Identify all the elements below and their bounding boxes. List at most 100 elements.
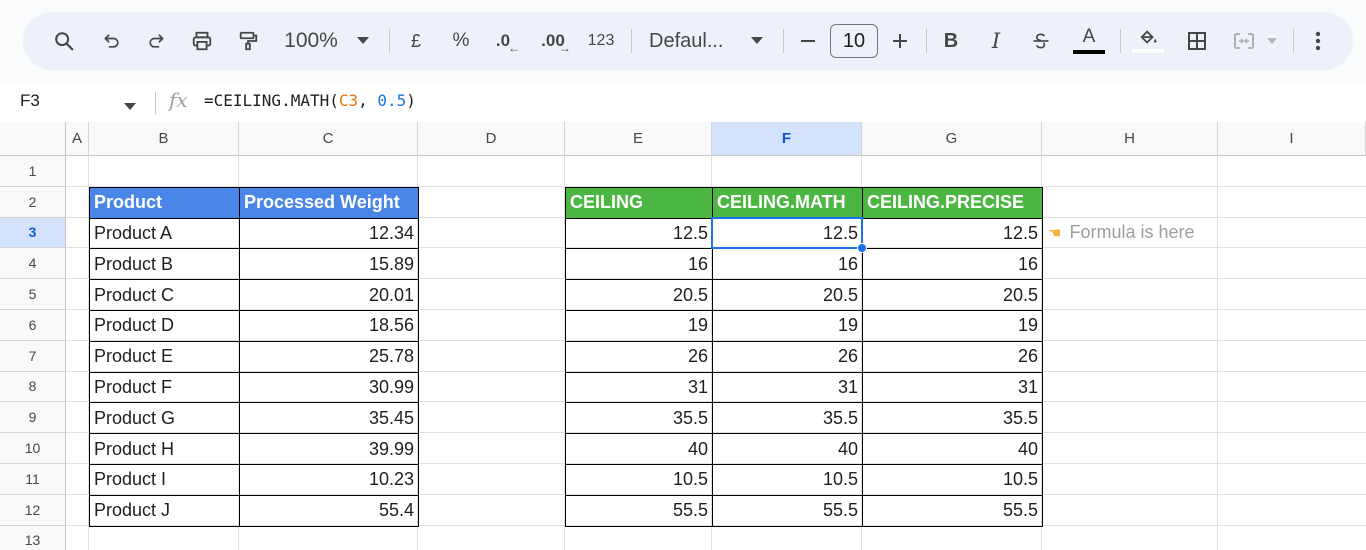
ceiling-math-cell[interactable]: 19 <box>712 310 863 342</box>
formula-input[interactable]: =CEILING.MATH(C3, 0.5) <box>204 91 416 110</box>
ceiling-cell[interactable]: 19 <box>565 310 713 342</box>
ceiling-precise-cell[interactable]: 55.5 <box>862 494 1043 527</box>
product-name-cell[interactable]: Product H <box>89 433 240 465</box>
processed-weight-cell[interactable]: 30.99 <box>239 371 419 404</box>
print-icon[interactable] <box>188 12 216 70</box>
increase-decimal-button[interactable]: .00 → <box>536 12 576 70</box>
ceiling-cell[interactable]: 40 <box>565 433 713 465</box>
text-color-button[interactable]: A <box>1071 12 1107 70</box>
processed-weight-cell[interactable]: 12.34 <box>239 217 419 250</box>
processed-weight-cell[interactable]: 35.45 <box>239 402 419 435</box>
ceiling-precise-cell[interactable]: 12.5 <box>862 217 1043 250</box>
processed-weight-cell[interactable]: 18.56 <box>239 310 419 342</box>
row-header-11[interactable]: 11 <box>0 464 66 495</box>
ceiling-math-cell[interactable]: 20.5 <box>712 279 863 311</box>
row-header-2[interactable]: 2 <box>0 186 66 218</box>
product-name-cell[interactable]: Product G <box>89 402 240 435</box>
italic-button[interactable]: I <box>983 12 1009 70</box>
product-name-cell[interactable]: Product I <box>89 464 240 496</box>
redo-icon[interactable] <box>143 12 169 70</box>
ceiling-precise-cell[interactable]: 31 <box>862 371 1043 404</box>
chevron-down-icon[interactable] <box>1263 12 1281 70</box>
select-all-corner[interactable] <box>0 122 66 156</box>
ceiling-cell[interactable]: 55.5 <box>565 494 713 527</box>
column-header-d[interactable]: D <box>418 122 565 156</box>
column-header-e[interactable]: E <box>565 122 712 156</box>
decrease-decimal-button[interactable]: .0 ← <box>491 12 525 70</box>
column-header-c[interactable]: C <box>239 122 418 156</box>
active-cell-selection[interactable] <box>711 216 863 250</box>
font-size-input[interactable]: 10 <box>830 24 878 58</box>
column-header-g[interactable]: G <box>862 122 1042 156</box>
ceiling-precise-cell[interactable]: 16 <box>862 248 1043 281</box>
ceiling-math-cell[interactable]: 35.5 <box>712 402 863 435</box>
bold-button[interactable]: B <box>938 12 964 70</box>
chevron-down-icon[interactable] <box>747 12 767 70</box>
paint-format-icon[interactable] <box>234 12 262 70</box>
chevron-down-icon[interactable] <box>124 98 136 116</box>
row-header-12[interactable]: 12 <box>0 494 66 526</box>
table1-header-cell[interactable]: Product <box>89 186 240 219</box>
column-header-i[interactable]: I <box>1218 122 1366 156</box>
ceiling-cell[interactable]: 12.5 <box>565 217 713 250</box>
ceiling-precise-cell[interactable]: 35.5 <box>862 402 1043 435</box>
ceiling-cell[interactable]: 10.5 <box>565 464 713 496</box>
product-name-cell[interactable]: Product E <box>89 340 240 373</box>
ceiling-cell[interactable]: 26 <box>565 340 713 373</box>
table2-header-cell[interactable]: CEILING <box>565 186 713 219</box>
table1-header-cell[interactable]: Processed Weight <box>239 186 419 219</box>
row-header-1[interactable]: 1 <box>0 156 66 187</box>
processed-weight-cell[interactable]: 25.78 <box>239 340 419 373</box>
chevron-down-icon[interactable] <box>353 12 373 70</box>
plus-icon[interactable] <box>887 12 913 70</box>
row-header-8[interactable]: 8 <box>0 371 66 403</box>
ceiling-math-cell[interactable]: 31 <box>712 371 863 404</box>
ceiling-math-cell[interactable]: 10.5 <box>712 464 863 496</box>
ceiling-math-cell[interactable]: 16 <box>712 248 863 281</box>
more-vert-icon[interactable] <box>1307 12 1329 70</box>
row-header-4[interactable]: 4 <box>0 248 66 280</box>
ceiling-math-cell[interactable]: 55.5 <box>712 494 863 527</box>
product-name-cell[interactable]: Product D <box>89 310 240 342</box>
table2-header-cell[interactable]: CEILING.MATH <box>712 186 863 219</box>
row-header-5[interactable]: 5 <box>0 279 66 310</box>
merge-cells-icon[interactable] <box>1229 12 1259 70</box>
borders-icon[interactable] <box>1183 12 1211 70</box>
column-header-h[interactable]: H <box>1042 122 1218 156</box>
ceiling-math-cell[interactable]: 26 <box>712 340 863 373</box>
ceiling-precise-cell[interactable]: 20.5 <box>862 279 1043 311</box>
ceiling-cell[interactable]: 31 <box>565 371 713 404</box>
processed-weight-cell[interactable]: 20.01 <box>239 279 419 311</box>
product-name-cell[interactable]: Product J <box>89 494 240 527</box>
zoom-select[interactable]: 100% <box>281 12 341 70</box>
search-icon[interactable] <box>49 12 79 70</box>
column-header-a[interactable]: A <box>66 122 89 156</box>
ceiling-precise-cell[interactable]: 19 <box>862 310 1043 342</box>
minus-icon[interactable] <box>795 12 821 70</box>
row-header-6[interactable]: 6 <box>0 310 66 341</box>
currency-format-button[interactable]: £ <box>405 12 427 70</box>
processed-weight-cell[interactable]: 10.23 <box>239 464 419 496</box>
ceiling-precise-cell[interactable]: 26 <box>862 340 1043 373</box>
row-header-7[interactable]: 7 <box>0 340 66 372</box>
name-box[interactable]: F3 <box>20 91 40 111</box>
product-name-cell[interactable]: Product B <box>89 248 240 281</box>
row-header-10[interactable]: 10 <box>0 433 66 464</box>
ceiling-cell[interactable]: 16 <box>565 248 713 281</box>
column-header-b[interactable]: B <box>89 122 239 156</box>
ceiling-cell[interactable]: 20.5 <box>565 279 713 311</box>
processed-weight-cell[interactable]: 55.4 <box>239 494 419 527</box>
font-family-select[interactable]: Defaul... <box>649 12 731 70</box>
ceiling-precise-cell[interactable]: 10.5 <box>862 464 1043 496</box>
product-name-cell[interactable]: Product C <box>89 279 240 311</box>
ceiling-cell[interactable]: 35.5 <box>565 402 713 435</box>
processed-weight-cell[interactable]: 39.99 <box>239 433 419 465</box>
undo-icon[interactable] <box>99 12 125 70</box>
ceiling-math-cell[interactable]: 40 <box>712 433 863 465</box>
percent-format-button[interactable]: % <box>449 12 473 70</box>
ceiling-precise-cell[interactable]: 40 <box>862 433 1043 465</box>
column-header-f[interactable]: F <box>712 122 862 156</box>
row-header-3[interactable]: 3 <box>0 217 66 249</box>
processed-weight-cell[interactable]: 15.89 <box>239 248 419 281</box>
number-format-button[interactable]: 123 <box>585 12 617 70</box>
